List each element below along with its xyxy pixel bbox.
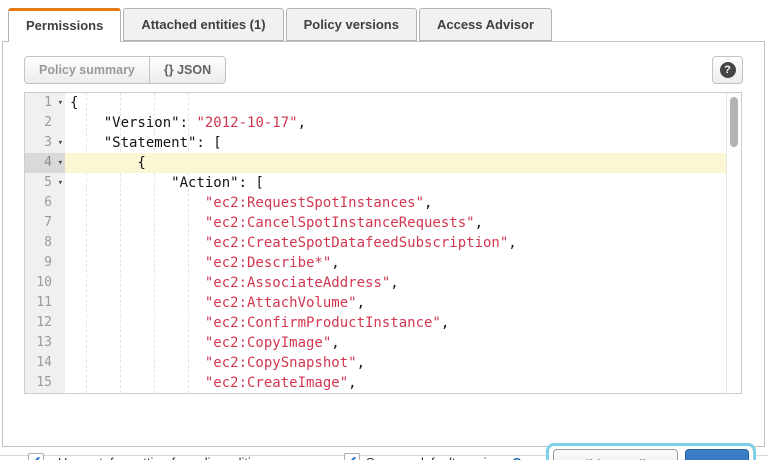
code-line-8[interactable]: 8 "ec2:CreateSpotDatafeedSubscription", xyxy=(25,233,741,253)
fold-arrow-icon[interactable]: ▾ xyxy=(58,93,63,113)
code-text: { xyxy=(65,153,146,173)
code-text: "ec2:Describe*", xyxy=(65,253,340,273)
autoformat-checkbox[interactable]: ✔ xyxy=(28,453,44,460)
code-line-11[interactable]: 11 "ec2:AttachVolume", xyxy=(25,293,741,313)
code-text: "ec2:RequestSpotInstances", xyxy=(65,193,432,213)
code-line-2[interactable]: 2 "Version": "2012-10-17", xyxy=(25,113,741,133)
line-number: 2 xyxy=(25,113,65,133)
view-toggle: Policy summary {} JSON xyxy=(24,56,226,84)
code-text: "Statement": [ xyxy=(65,133,222,153)
help-button[interactable]: ? xyxy=(712,56,743,84)
tab-bar: PermissionsAttached entities (1)Policy v… xyxy=(8,8,554,41)
code-line-10[interactable]: 10 "ec2:AssociateAddress", xyxy=(25,273,741,293)
fold-arrow-icon[interactable]: ▾ xyxy=(58,153,63,173)
tab-permissions[interactable]: Permissions xyxy=(8,8,121,42)
code-line-15[interactable]: 15 "ec2:CreateImage", xyxy=(25,373,741,393)
focus-ring: Validate policy Save xyxy=(546,443,756,460)
code-text: { xyxy=(65,93,78,113)
line-number: 5▾ xyxy=(25,173,65,193)
line-number: 10 xyxy=(25,273,65,293)
code-line-5[interactable]: 5▾ "Action": [ xyxy=(25,173,741,193)
code-text: "ec2:CreateImage", xyxy=(65,373,357,393)
line-number: 1▾ xyxy=(25,93,65,113)
code-line-9[interactable]: 9 "ec2:Describe*", xyxy=(25,253,741,273)
iam-policy-editor: PermissionsAttached entities (1)Policy v… xyxy=(0,0,768,460)
line-number: 9 xyxy=(25,253,65,273)
checkmark-icon: ✔ xyxy=(31,454,41,460)
code-line-13[interactable]: 13 "ec2:CopyImage", xyxy=(25,333,741,353)
save-default-checkbox[interactable]: ✔ xyxy=(344,453,360,460)
tab-attached-entities-1[interactable]: Attached entities (1) xyxy=(123,8,283,41)
question-mark-icon: ? xyxy=(720,62,736,78)
fold-arrow-icon[interactable]: ▾ xyxy=(58,133,63,153)
checkmark-icon: ✔ xyxy=(347,454,357,460)
code-line-7[interactable]: 7 "ec2:CancelSpotInstanceRequests", xyxy=(25,213,741,233)
tab-access-advisor[interactable]: Access Advisor xyxy=(419,8,552,41)
line-number: 6 xyxy=(25,193,65,213)
code-line-14[interactable]: 14 "ec2:CopySnapshot", xyxy=(25,353,741,373)
code-line-4[interactable]: 4▾ { xyxy=(25,153,741,173)
line-number: 8 xyxy=(25,233,65,253)
fold-arrow-icon[interactable]: ▾ xyxy=(58,173,63,193)
line-number: 3▾ xyxy=(25,133,65,153)
code-line-3[interactable]: 3▾ "Statement": [ xyxy=(25,133,741,153)
code-text: "ec2:CreateSpotDatafeedSubscription", xyxy=(65,233,517,253)
scrollbar-thumb[interactable] xyxy=(730,97,738,147)
code-text: "ec2:CancelSpotInstanceRequests", xyxy=(65,213,483,233)
editor-scrollbar[interactable] xyxy=(726,93,741,393)
code-line-6[interactable]: 6 "ec2:RequestSpotInstances", xyxy=(25,193,741,213)
code-text: "ec2:CopySnapshot", xyxy=(65,353,365,373)
line-number: 14 xyxy=(25,353,65,373)
line-number: 11 xyxy=(25,293,65,313)
save-button[interactable]: Save xyxy=(685,449,749,460)
code-line-1[interactable]: 1▾{ xyxy=(25,93,741,113)
autoformat-label: Use autoformatting for policy editing xyxy=(58,455,265,460)
code-text: "ec2:AssociateAddress", xyxy=(65,273,399,293)
line-number: 4▾ xyxy=(25,153,65,173)
code-text: "Action": [ xyxy=(65,173,264,193)
validate-policy-button[interactable]: Validate policy xyxy=(553,449,677,460)
line-number: 12 xyxy=(25,313,65,333)
code-text: "ec2:ConfirmProductInstance", xyxy=(65,313,449,333)
tab-policy-versions[interactable]: Policy versions xyxy=(286,8,417,41)
save-default-label: Save as default version xyxy=(366,455,501,460)
code-text: "Version": "2012-10-17", xyxy=(65,113,306,133)
line-number: 13 xyxy=(25,333,65,353)
code-lines: 1▾{2 "Version": "2012-10-17",3▾ "Stateme… xyxy=(25,93,741,393)
code-text: "ec2:CopyImage", xyxy=(65,333,340,353)
line-number: 7 xyxy=(25,213,65,233)
code-text: "ec2:AttachVolume", xyxy=(65,293,365,313)
code-line-12[interactable]: 12 "ec2:ConfirmProductInstance", xyxy=(25,313,741,333)
policy-summary-button[interactable]: Policy summary xyxy=(24,56,150,84)
permissions-panel: Policy summary {} JSON ? 1▾{2 "Version":… xyxy=(2,41,765,447)
line-number: 15 xyxy=(25,373,65,393)
json-code-editor[interactable]: 1▾{2 "Version": "2012-10-17",3▾ "Stateme… xyxy=(24,92,742,394)
json-view-button[interactable]: {} JSON xyxy=(149,56,226,84)
